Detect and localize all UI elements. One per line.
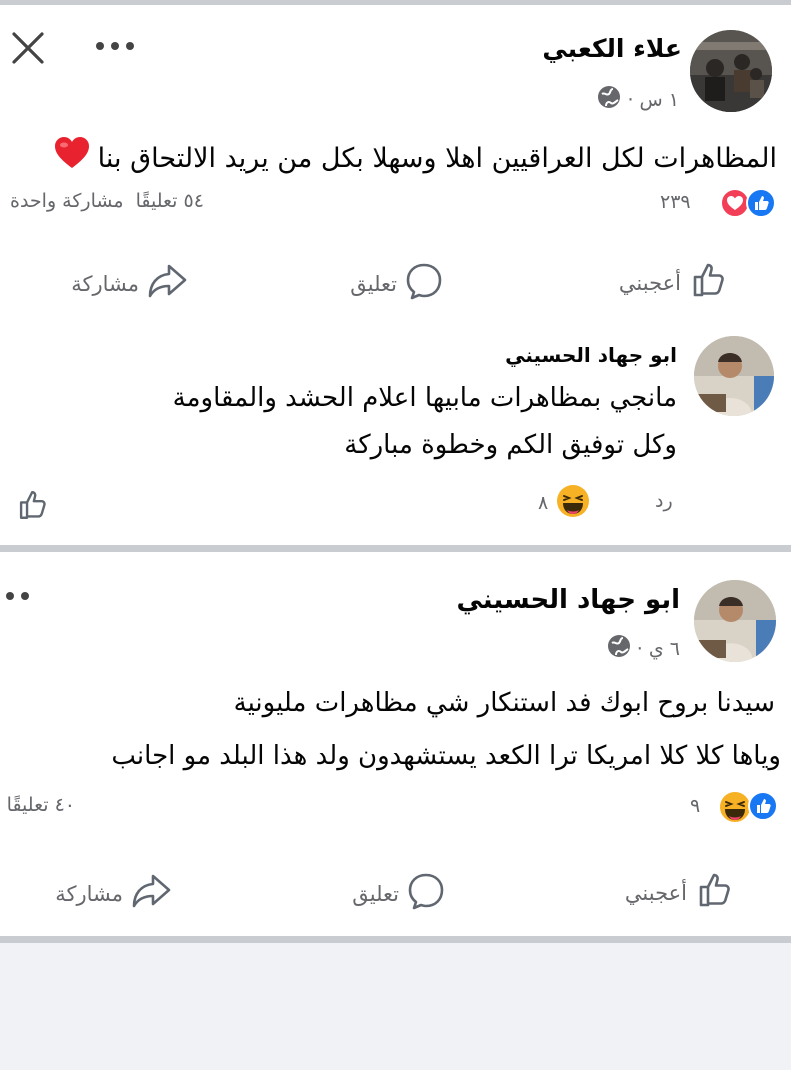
like-reaction-icon [748,791,778,821]
thumbs-up-icon [689,260,729,305]
reaction-count: ٩ [690,795,701,817]
comment-button[interactable]: تعليق [352,872,445,915]
like-button[interactable]: أعجبني [625,870,735,915]
comment-line-2: وكل توفيق الكم وخطوة مباركة [344,430,677,460]
reaction-count: ٢٣٩ [660,191,691,213]
share-label: مشاركة [71,271,139,296]
reactions-summary[interactable]: ٢٣٩ [660,186,780,220]
comment-line-1: مانجي بمظاهرات مابيها اعلام الحشد والمقا… [172,383,677,413]
share-icon [131,872,171,915]
post-text-line-2: وياها كلا كلا امريكا ترا الكعد يستشهدون … [111,741,781,771]
thumbs-up-icon [695,870,735,915]
post-text-line-1: سيدنا بروح ابوك فد استنكار شي مظاهرات مل… [233,688,775,718]
like-label: أعجبني [624,880,687,905]
comment-icon [407,872,445,915]
reactions-summary[interactable]: ٩ [680,790,780,824]
reply-link[interactable]: رد [655,490,673,512]
haha-reaction-icon [556,484,590,522]
share-label: مشاركة [55,881,123,906]
globe-icon [597,85,621,114]
post-stats-text: ٤٠ تعليقًا [6,794,75,816]
post-meta: ٦ ي · [607,634,680,663]
comment-label: تعليق [352,881,399,906]
post-stats[interactable]: ٥٤ تعليقًا مشاركة واحدة [10,190,204,212]
share-button[interactable]: مشاركة [71,262,187,305]
share-icon [147,262,187,305]
comment-label: تعليق [350,271,397,296]
comment-reactions[interactable]: ٨ [538,484,590,522]
comment-reaction-count: ٨ [538,492,549,514]
author-name[interactable]: علاء الكعبي [542,34,682,63]
post-stats[interactable]: ٤٠ تعليقًا [0,794,75,816]
commenter-name[interactable]: ابو جهاد الحسيني [505,343,677,367]
section-divider [0,936,791,943]
post-body: المظاهرات لكل العراقيين اهلا وسهلا بكل م… [17,136,777,182]
avatar[interactable] [690,30,772,112]
author-name[interactable]: ابو جهاد الحسيني [457,585,681,615]
comment-icon [405,262,443,305]
share-button[interactable]: مشاركة [55,872,171,915]
like-label: أعجبني [618,270,681,295]
empty-feed-area [0,943,791,1070]
haha-reaction-icon [718,790,752,828]
post-time[interactable]: ٦ ي · [637,638,680,660]
post-meta: ١ س · [597,85,679,114]
close-icon[interactable] [10,30,46,66]
top-divider [0,0,791,5]
more-options-icon[interactable] [4,590,32,602]
section-divider [0,545,791,552]
globe-icon [607,634,631,663]
commenter-avatar[interactable] [694,336,774,416]
avatar[interactable] [694,580,776,662]
heart-emoji-icon [54,136,90,182]
post-time[interactable]: ١ س · [627,89,679,111]
like-button[interactable]: أعجبني [619,260,729,305]
like-reaction-icon [746,188,776,218]
more-options-icon[interactable] [95,38,135,54]
comment-like-icon[interactable] [16,488,50,522]
comment-button[interactable]: تعليق [350,262,443,305]
post-text: المظاهرات لكل العراقيين اهلا وسهلا بكل م… [97,143,777,174]
